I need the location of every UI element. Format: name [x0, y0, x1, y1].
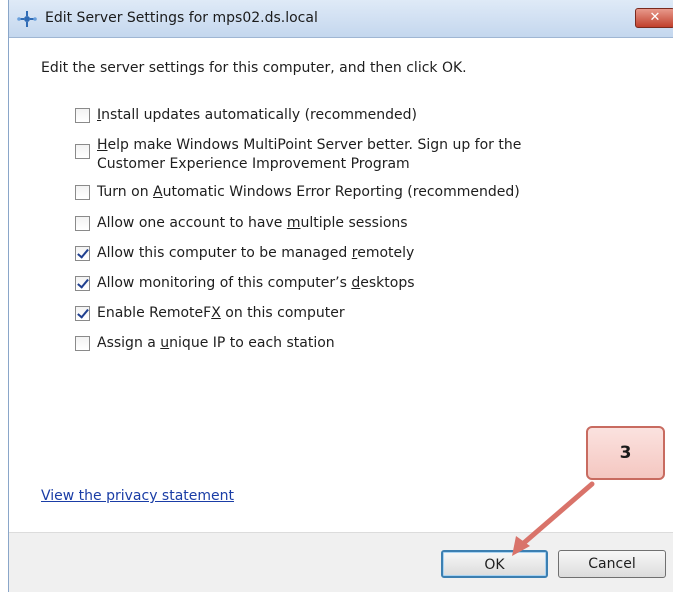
- callout-arrow-icon: [512, 481, 595, 556]
